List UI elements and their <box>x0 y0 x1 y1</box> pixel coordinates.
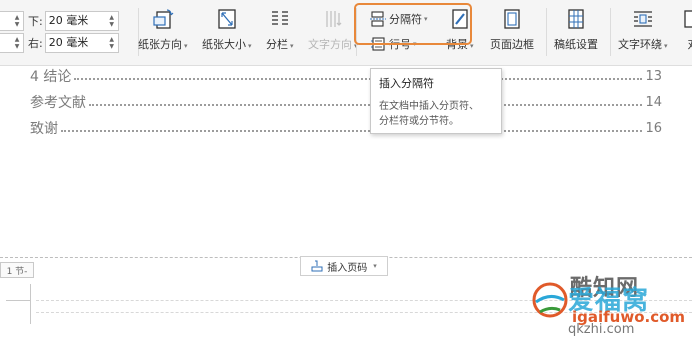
section-tag-label: 1 节- <box>6 266 28 277</box>
toc-entry-page: 13 <box>645 68 662 84</box>
text-direction-icon <box>320 6 346 32</box>
toc-entry[interactable]: 参考文献 14 <box>30 92 662 112</box>
page-corner-mark <box>6 300 30 301</box>
spin-up-icon[interactable]: ▲ <box>13 14 21 21</box>
margin-right-label: 右: <box>28 37 43 50</box>
wps-writer-window: { "ribbon": { "margin_bottom_label": "下:… <box>0 0 692 340</box>
manuscript-label: 稿纸设置 <box>554 38 598 51</box>
chevron-down-icon: ▾ <box>248 42 252 50</box>
divider <box>546 8 547 56</box>
margin-bottom-label: 下: <box>28 15 43 28</box>
margin-right-spinner[interactable]: 20 毫米 ▲ ▼ <box>44 33 119 53</box>
tooltip-description-line1: 在文档中插入分页符、 <box>379 101 479 112</box>
align-button[interactable]: 对 <box>680 6 692 52</box>
ribbon-toolbar: ▲ ▼ 下: 20 毫米 ▲ ▼ ▲ ▼ 右: 20 毫米 ▲ ▼ 纸张方向▾ <box>0 0 692 66</box>
text-direction-button[interactable]: 文字方向▾ <box>308 6 358 52</box>
toc-leader-dots <box>61 130 643 132</box>
page-border-label: 页面边框 <box>490 38 534 51</box>
chevron-down-icon: ▾ <box>373 262 377 270</box>
page-corner-mark <box>30 284 31 324</box>
spin-up-icon[interactable]: ▲ <box>13 36 21 43</box>
section-tag[interactable]: 1 节- <box>0 262 34 278</box>
columns-button[interactable]: 分栏 ▾ <box>266 6 294 52</box>
manuscript-settings-button[interactable]: 稿纸设置 <box>554 6 598 52</box>
spin-down-icon[interactable]: ▼ <box>13 21 21 28</box>
spin-down-icon[interactable]: ▼ <box>13 43 21 50</box>
chevron-down-icon: ▾ <box>184 42 188 50</box>
tooltip-title: 插入分隔符 <box>379 77 434 90</box>
align-label: 对 <box>688 38 692 51</box>
watermark-logo: 酷知网 爱福窝 igaifuwo.com qkzhi.com <box>530 268 690 338</box>
watermark-url-2: qkzhi.com <box>568 322 635 337</box>
text-direction-label: 文字方向 <box>308 38 352 51</box>
orientation-button[interactable]: 纸张方向 ▾ <box>138 6 188 52</box>
columns-label: 分栏 <box>266 38 288 51</box>
toc-leader-dots <box>89 104 643 106</box>
wrap-text-button[interactable]: 文字环绕 ▾ <box>618 6 668 52</box>
breaks-tooltip: 插入分隔符 在文档中插入分页符、 分栏符或分节符。 <box>370 68 502 134</box>
tooltip-description-line2: 分栏符或分节符。 <box>379 116 459 127</box>
page-border-button[interactable]: 页面边框 <box>490 6 534 52</box>
wrap-text-label: 文字环绕 <box>618 38 662 51</box>
paper-size-button[interactable]: 纸张大小 ▾ <box>202 6 252 52</box>
toc-entry-page: 16 <box>645 120 662 136</box>
orientation-icon <box>150 6 176 32</box>
toc-entry-page: 14 <box>645 94 662 110</box>
breaks-highlight-annotation <box>354 3 472 45</box>
insert-page-number-label: 插入页码 <box>327 262 368 274</box>
chevron-down-icon: ▾ <box>664 42 668 50</box>
columns-icon <box>267 6 293 32</box>
margin-bottom-value[interactable]: 20 毫米 <box>49 14 89 27</box>
margin-top-left-spinner-row: ▲ ▼ 下: 20 毫米 ▲ ▼ <box>0 10 119 32</box>
page-number-icon <box>311 260 323 272</box>
manuscript-icon <box>563 6 589 32</box>
spin-down-icon[interactable]: ▼ <box>108 43 116 50</box>
margin-left2-spinner[interactable]: ▲ ▼ <box>0 33 24 53</box>
divider <box>610 8 611 56</box>
toc-leader-dots <box>74 78 643 80</box>
wrap-text-icon <box>630 6 656 32</box>
align-icon <box>680 6 692 32</box>
chevron-down-icon: ▾ <box>290 42 294 50</box>
spin-down-icon[interactable]: ▼ <box>108 21 116 28</box>
toc-entry-text: 4 结论 <box>30 69 72 85</box>
spin-up-icon[interactable]: ▲ <box>108 36 116 43</box>
toc-entry[interactable]: 4 结论 13 <box>30 66 662 86</box>
insert-page-number-button[interactable]: 插入页码 ▾ <box>300 256 388 276</box>
toc-entry[interactable]: 致谢 16 <box>30 118 662 138</box>
toc-entry-text: 参考文献 <box>30 95 86 111</box>
margin-right-value[interactable]: 20 毫米 <box>49 36 89 49</box>
spin-up-icon[interactable]: ▲ <box>108 14 116 21</box>
paper-size-icon <box>214 6 240 32</box>
toc-entry-text: 致谢 <box>30 121 58 137</box>
page-border-icon <box>499 6 525 32</box>
paper-size-label: 纸张大小 <box>202 38 246 51</box>
margin-bottom-spinner[interactable]: 20 毫米 ▲ ▼ <box>44 11 119 31</box>
orientation-label: 纸张方向 <box>138 38 182 51</box>
margin-bottom-spinner-row: ▲ ▼ 右: 20 毫米 ▲ ▼ <box>0 32 119 54</box>
margin-left-spinner[interactable]: ▲ ▼ <box>0 11 24 31</box>
watermark-globe-icon <box>532 282 568 318</box>
